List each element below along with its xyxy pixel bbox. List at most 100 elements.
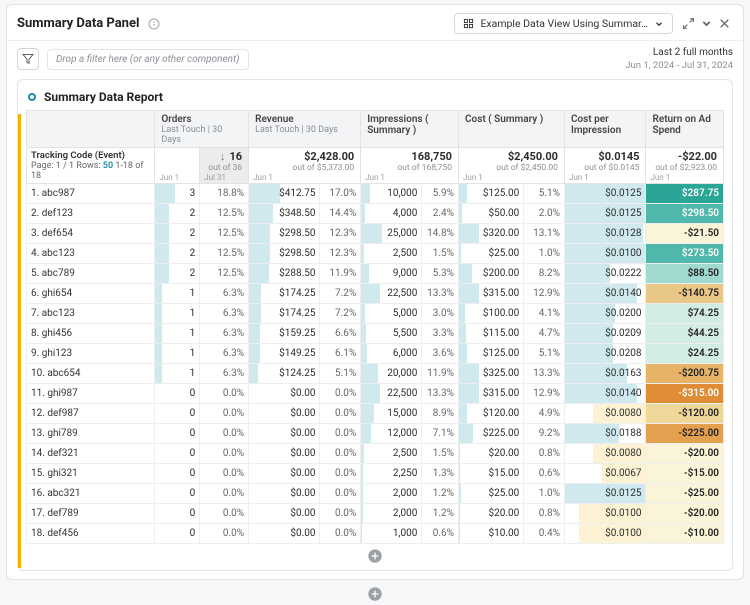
tracking-code-header[interactable]: Tracking Code (Event) Page: 1 / 1 Rows: … — [27, 148, 155, 184]
table-row[interactable]: 1. abc987318.8%$412.7517.0%10,0005.9%$12… — [27, 184, 724, 204]
row-label: 3. def654 — [27, 224, 155, 244]
cell-cpi: $0.0125 — [564, 204, 646, 224]
date-range-dates: Jun 1, 2024 - Jul 31, 2024 — [625, 60, 733, 72]
cell-impressions-pct: 5.9% — [422, 184, 459, 204]
page-info: Page: 1 / 1 Rows: 50 1-18 of 18 — [31, 161, 150, 181]
col-cpi[interactable]: Cost per Impression — [564, 111, 646, 148]
cell-cost: $320.00 — [459, 224, 524, 244]
cell-cost: $20.00 — [459, 444, 524, 464]
data-view-label: Example Data View Using Summar… — [480, 17, 648, 30]
cell-cost-pct: 9.2% — [524, 424, 565, 444]
col-roas[interactable]: Return on Ad Spend — [646, 111, 724, 148]
orders-summary[interactable]: ↓16 out of 36 Jul 31 — [200, 148, 249, 184]
cell-orders-pct: 0.0% — [200, 404, 249, 424]
cell-cost: $25.00 — [459, 484, 524, 504]
cell-orders: 0 — [155, 424, 200, 444]
table-row[interactable]: 17. def78900.0%$0.000.0%2,0001.2%$20.000… — [27, 504, 724, 524]
grid-icon — [463, 18, 474, 29]
cell-impressions-pct: 8.9% — [422, 404, 459, 424]
add-row-button[interactable] — [366, 548, 384, 566]
impressions-summary[interactable]: 168,750 out of 168,750 Jun 1 — [361, 148, 459, 184]
cell-impressions: 2,000 — [361, 484, 422, 504]
table-row[interactable]: 9. ghi12316.3%$149.256.1%6,0003.6%$125.0… — [27, 344, 724, 364]
table-row[interactable]: 12. def98700.0%$0.000.0%15,0008.9%$120.0… — [27, 404, 724, 424]
table-row[interactable]: 4. abc123212.5%$298.5012.3%2,5001.5%$25.… — [27, 244, 724, 264]
cell-orders-pct: 0.0% — [200, 464, 249, 484]
cell-roas: -$120.00 — [646, 404, 724, 424]
table-row[interactable]: 2. def123212.5%$348.5014.4%4,0002.4%$50.… — [27, 204, 724, 224]
table-row[interactable]: 5. abc789212.5%$288.5011.9%9,0005.3%$200… — [27, 264, 724, 284]
cell-impressions: 6,000 — [361, 344, 422, 364]
col-cost-label: Cost ( Summary ) — [465, 114, 543, 125]
table-row[interactable]: 14. def32100.0%$0.000.0%2,5001.5%$20.000… — [27, 444, 724, 464]
table-row[interactable]: 6. ghi65416.3%$174.257.2%22,50013.3%$315… — [27, 284, 724, 304]
cell-orders-pct: 0.0% — [200, 504, 249, 524]
cost-summary[interactable]: $2,450.00 out of $2,450.00 Jun 1 — [459, 148, 565, 184]
table-row[interactable]: 16. abc32100.0%$0.000.0%2,0001.2%$25.001… — [27, 484, 724, 504]
cell-impressions-pct: 14.8% — [422, 224, 459, 244]
data-view-picker[interactable]: Example Data View Using Summar… — [454, 13, 673, 34]
table-row[interactable]: 10. abc65416.3%$124.255.1%20,00011.9%$32… — [27, 364, 724, 384]
cell-revenue: $0.00 — [249, 424, 320, 444]
date-range: Last 2 full months Jun 1, 2024 - Jul 31,… — [625, 47, 733, 71]
cell-orders-pct: 6.3% — [200, 304, 249, 324]
cell-cpi: $0.0125 — [564, 484, 646, 504]
table-row[interactable]: 11. ghi98700.0%$0.000.0%22,50013.3%$315.… — [27, 384, 724, 404]
chevron-down-icon — [654, 19, 664, 29]
cell-orders-pct: 12.5% — [200, 244, 249, 264]
cell-revenue: $0.00 — [249, 504, 320, 524]
table-row[interactable]: 18. def45600.0%$0.000.0%1,0000.6%$10.000… — [27, 524, 724, 544]
panel-title: Summary Data Panel — [17, 16, 139, 31]
row-label: 4. abc123 — [27, 244, 155, 264]
report-card: Summary Data Report Orders Last Touch | … — [17, 79, 733, 571]
table-row[interactable]: 7. abc12316.3%$174.257.2%5,0003.0%$100.0… — [27, 304, 724, 324]
collapse-icon[interactable] — [697, 15, 715, 33]
filter-dropzone[interactable]: Drop a filter here (or any other compone… — [47, 49, 249, 70]
roas-summary[interactable]: -$22.00 out of $2,923.00 Jun 1 — [646, 148, 724, 184]
cell-orders: 2 — [155, 244, 200, 264]
table-row[interactable]: 13. ghi78900.0%$0.000.0%12,0007.1%$225.0… — [27, 424, 724, 444]
cell-roas: $74.25 — [646, 304, 724, 324]
cell-cost: $20.00 — [459, 504, 524, 524]
col-impressions[interactable]: Impressions ( Summary ) — [361, 111, 459, 148]
cpi-summary[interactable]: $0.0145 out of $0.0145 Jun 1 — [564, 148, 646, 184]
col-orders[interactable]: Orders Last Touch | 30 Days — [155, 111, 249, 148]
cell-impressions: 1,000 — [361, 524, 422, 544]
table-row[interactable]: 8. ghi45616.3%$159.256.6%5,5003.3%$115.0… — [27, 324, 724, 344]
col-revenue[interactable]: Revenue Last Touch | 30 Days — [249, 111, 361, 148]
add-panel-button[interactable] — [0, 584, 750, 605]
summary-data-panel: Summary Data Panel Example Data View Usi… — [6, 4, 744, 580]
data-table: Orders Last Touch | 30 Days Revenue Last… — [26, 110, 724, 544]
cell-revenue-pct: 7.2% — [320, 304, 361, 324]
revenue-summary[interactable]: $2,428.00 out of $5,373.00 Jun 1 — [249, 148, 361, 184]
cell-orders-pct: 0.0% — [200, 484, 249, 504]
cell-cost-pct: 0.8% — [524, 444, 565, 464]
cell-orders-pct: 0.0% — [200, 384, 249, 404]
close-icon[interactable] — [715, 15, 733, 33]
cell-cpi: $0.0209 — [564, 324, 646, 344]
blank-header — [27, 111, 155, 148]
cell-orders-pct: 12.5% — [200, 224, 249, 244]
filter-icon[interactable] — [17, 48, 39, 70]
cell-cost-pct: 4.1% — [524, 304, 565, 324]
cell-roas: -$225.00 — [646, 424, 724, 444]
info-icon[interactable] — [145, 15, 163, 33]
cell-cpi: $0.0188 — [564, 424, 646, 444]
cell-cpi: $0.0208 — [564, 344, 646, 364]
expand-icon[interactable] — [679, 15, 697, 33]
table-row[interactable]: 3. def654212.5%$298.5012.3%25,00014.8%$3… — [27, 224, 724, 244]
cell-roas: $298.50 — [646, 204, 724, 224]
cell-impressions-pct: 5.3% — [422, 264, 459, 284]
cell-revenue-pct: 0.0% — [320, 384, 361, 404]
cell-revenue: $0.00 — [249, 384, 320, 404]
cell-roas: -$25.00 — [646, 484, 724, 504]
col-cost[interactable]: Cost ( Summary ) — [459, 111, 565, 148]
cell-roas: -$20.00 — [646, 444, 724, 464]
cell-roas: -$315.00 — [646, 384, 724, 404]
table-row[interactable]: 15. ghi32100.0%$0.000.0%2,2501.3%$15.000… — [27, 464, 724, 484]
row-label: 16. abc321 — [27, 484, 155, 504]
cell-orders: 0 — [155, 504, 200, 524]
cell-cost-pct: 1.0% — [524, 244, 565, 264]
cell-roas: -$200.75 — [646, 364, 724, 384]
cell-cost: $125.00 — [459, 184, 524, 204]
